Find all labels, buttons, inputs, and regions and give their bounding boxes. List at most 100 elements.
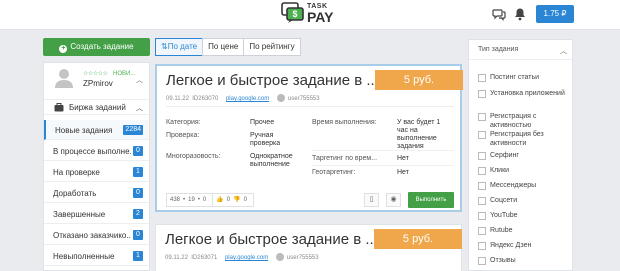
checkbox[interactable] — [478, 182, 486, 190]
chevron-up-icon: ︿ — [136, 105, 143, 112]
task-price: 5 руб. — [374, 229, 462, 249]
extra-count: 0 — [202, 197, 207, 203]
checkbox[interactable] — [478, 90, 486, 98]
checkbox[interactable] — [478, 212, 486, 220]
checkbox[interactable] — [478, 131, 486, 139]
task-exchange-label: Биржа заданий — [69, 103, 126, 112]
chevron-up-icon: ︿ — [560, 48, 567, 55]
category-label: Категория: — [166, 119, 201, 126]
filter-option-label: Яндекс Дзен — [490, 242, 532, 249]
filter-option-label: Серфинг — [490, 152, 519, 159]
create-task-button[interactable]: + Создать задание — [43, 38, 150, 56]
checkbox[interactable] — [478, 113, 486, 121]
checkbox[interactable] — [478, 197, 486, 205]
eye-icon: ◉ — [390, 196, 397, 203]
time-value: У вас будет 1 час на выполнение задания — [397, 119, 441, 150]
filter-option-label: Клики — [490, 167, 510, 174]
divider — [212, 194, 214, 206]
user-profile[interactable]: ☆☆☆☆☆ НОВИ... ZPmirov ︿ — [44, 63, 151, 97]
checkbox[interactable] — [478, 227, 486, 235]
bell-icon[interactable] — [513, 7, 527, 21]
chat-icon[interactable] — [492, 7, 506, 21]
user-icon — [276, 94, 285, 102]
task-id: ID263071 — [191, 255, 218, 261]
check-label: Проверка: — [166, 132, 200, 139]
sidebar-item-in-progress[interactable]: В процессе выполне... 0 — [44, 141, 149, 161]
checkbox[interactable] — [478, 242, 486, 250]
task-author[interactable]: user755553 — [287, 255, 319, 261]
filter-option-label: Мессенджеры — [490, 182, 537, 189]
sidebar-item-rejected[interactable]: Отказано заказчико... 0 — [44, 225, 149, 245]
checkbox[interactable] — [478, 257, 486, 265]
top-header: $ TASK PAY 1.75 ₽ — [0, 0, 620, 30]
stat-separator-icon: • — [197, 197, 200, 203]
count-badge: 0 — [133, 230, 143, 240]
task-author[interactable]: user755553 — [288, 96, 320, 102]
task-title[interactable]: Легкое и быстрое задание в ... — [165, 231, 378, 248]
balance-button[interactable]: 1.75 ₽ — [536, 5, 574, 23]
rating-stars: ☆☆☆☆☆ — [83, 71, 108, 77]
task-type-filter: Тип задания ︿ Постинг статьи Установка п… — [468, 39, 573, 271]
view-button[interactable]: ◉ — [386, 193, 401, 207]
user-status: НОВИ... — [113, 71, 136, 77]
count-badge: 0 — [133, 146, 143, 156]
task-stats: 438 • 19 • 0 👍 0 👎 0 — [166, 193, 254, 207]
sort-by-price-tab[interactable]: По цене — [202, 38, 245, 56]
time-label: Время выполнения: — [312, 119, 377, 126]
thumbs-up-icon[interactable]: 👍 — [216, 194, 223, 206]
bookmark-button[interactable]: ▯ — [364, 193, 379, 207]
task-card[interactable]: Легкое и быстрое задание в ... 5 руб. 09… — [155, 64, 463, 212]
task-price: 5 руб. — [375, 70, 463, 90]
geo-targeting-value: Нет — [397, 169, 409, 176]
svg-text:$: $ — [292, 9, 297, 19]
sidebar-item-label: В процессе выполне... — [53, 147, 131, 156]
checkbox[interactable] — [478, 167, 486, 175]
avatar — [55, 69, 73, 88]
task-meta: 09.11.22 ID263070 play.google.com user75… — [166, 94, 320, 102]
sidebar-item-rework[interactable]: Доработать 0 — [44, 183, 149, 203]
checkbox[interactable] — [478, 152, 486, 160]
filter-option-label: Регистрация без активности — [490, 131, 544, 147]
sidebar-item-label: Завершенные — [53, 210, 106, 219]
task-date: 09.11.22 — [165, 255, 188, 261]
checkbox[interactable] — [478, 74, 486, 82]
sort-by-rating-tab[interactable]: По рейтингу — [243, 38, 301, 56]
task-site-link[interactable]: play.google.com — [225, 255, 268, 261]
task-exchange-toggle[interactable]: Биржа заданий ︿ — [44, 99, 149, 115]
sidebar-item-label: Отказано заказчико... — [53, 231, 131, 240]
sidebar-item-label: Доработать — [53, 189, 97, 198]
count-badge: 2284 — [123, 125, 143, 135]
taskpay-logo[interactable]: $ TASK PAY — [281, 2, 337, 26]
sort-icon: ⇅ — [161, 42, 168, 51]
sidebar-item-failed[interactable]: Невыполненные 1 — [44, 246, 149, 266]
execute-button[interactable]: Выполнить — [408, 192, 454, 208]
briefcase-icon — [54, 103, 64, 112]
count-badge: 2 — [133, 209, 143, 219]
divider — [166, 106, 454, 107]
filter-option-label: Rutube — [490, 227, 513, 234]
likes-count: 19 — [188, 197, 195, 203]
filter-title: Тип задания — [478, 46, 519, 53]
task-meta: 09.11.22 ID263071 play.google.com user75… — [165, 253, 319, 261]
chevron-up-icon[interactable]: ︿ — [136, 75, 143, 85]
sidebar-item-new-tasks[interactable]: Новые задания 2284 — [44, 120, 149, 140]
filter-header[interactable]: Тип задания ︿ — [469, 40, 572, 60]
logo-icon: $ — [281, 2, 304, 23]
filter-option-label: Регистрация с активностью — [490, 113, 537, 129]
task-title[interactable]: Легкое и быстрое задание в ... — [166, 72, 379, 89]
plus-icon: + — [59, 45, 68, 53]
sort-by-date-tab[interactable]: ⇅По дате — [155, 38, 204, 56]
stat-separator-icon: • — [183, 197, 186, 203]
category-value: Прочее — [250, 119, 275, 126]
sidebar-item-on-review[interactable]: На проверке 1 — [44, 162, 149, 182]
task-site-link[interactable]: play.google.com — [226, 96, 269, 102]
count-badge: 0 — [133, 188, 143, 198]
bookmark-icon: ▯ — [369, 196, 374, 203]
username: ZPmirov — [83, 79, 113, 88]
filter-option-label: YouTube — [490, 212, 518, 219]
geo-targeting-label: Геотаргетинг: — [312, 169, 356, 176]
sidebar-item-completed[interactable]: Завершенные 2 — [44, 204, 149, 224]
sidebar: ☆☆☆☆☆ НОВИ... ZPmirov ︿ Биржа заданий ︿ … — [43, 62, 150, 271]
task-card[interactable]: Легкое и быстрое задание в ... 5 руб. 09… — [155, 224, 462, 271]
thumbs-down-icon[interactable]: 👎 — [233, 194, 240, 206]
